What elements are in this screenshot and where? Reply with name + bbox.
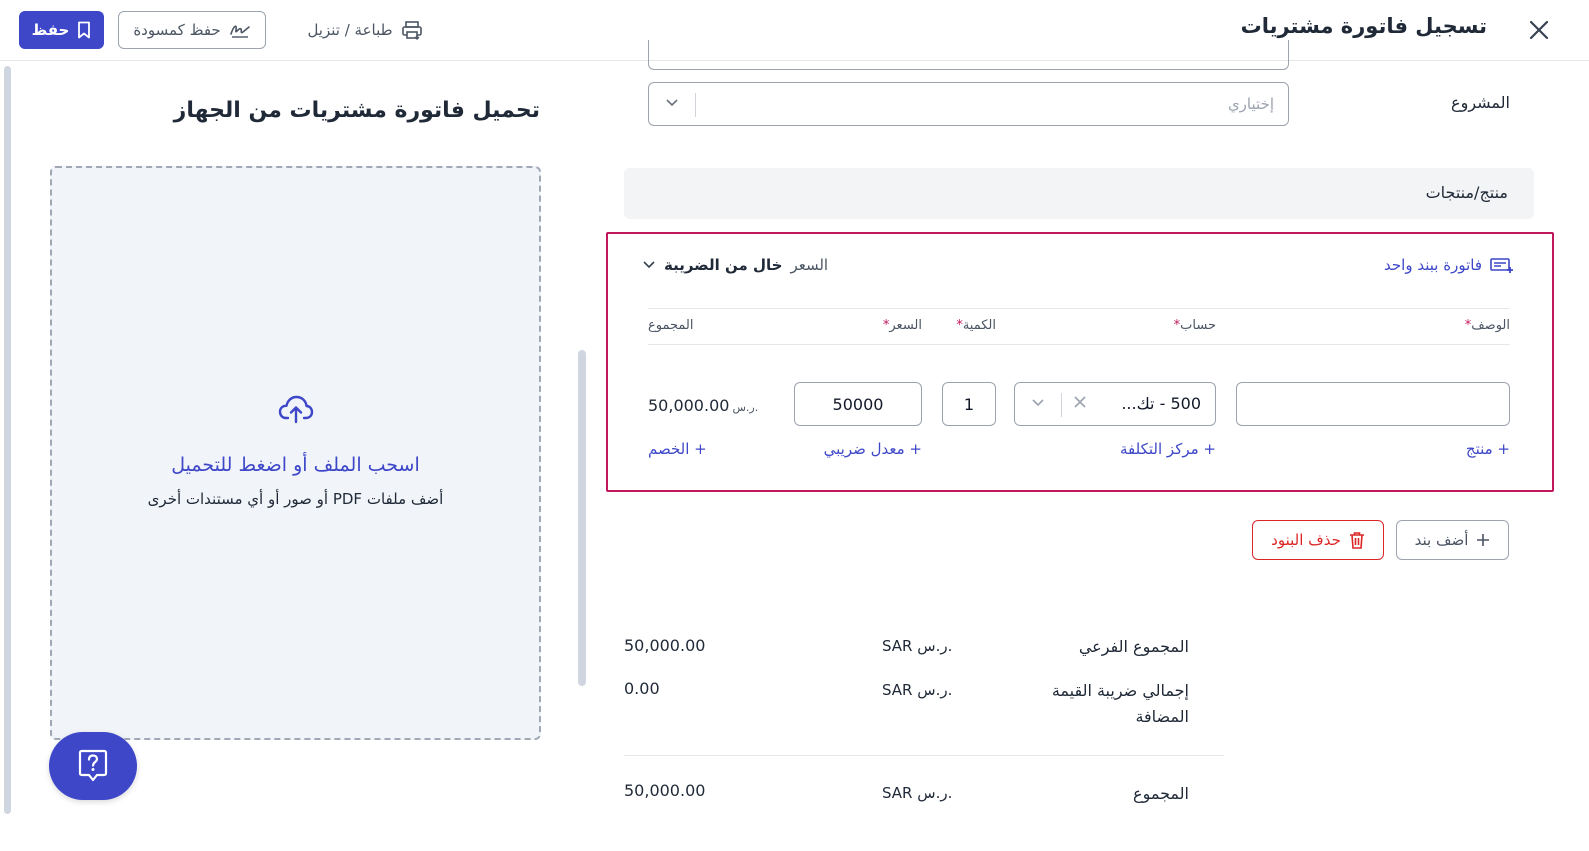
column-header-price: السعر* bbox=[883, 318, 922, 333]
column-header-description: الوصف* bbox=[1465, 318, 1510, 333]
help-button[interactable] bbox=[49, 732, 137, 800]
subtotal-currency: SAR ر.س. bbox=[882, 637, 953, 655]
chevron-down-icon bbox=[643, 261, 655, 269]
products-section-header: منتج/منتجات bbox=[624, 168, 1534, 219]
trash-icon bbox=[1349, 532, 1364, 549]
add-line-button[interactable]: أضف بند bbox=[1396, 520, 1509, 560]
grand-total-currency: SAR ر.س. bbox=[882, 784, 953, 802]
close-icon bbox=[1529, 20, 1549, 40]
divider bbox=[648, 344, 1510, 345]
subtotal-value: 50,000.00 bbox=[624, 636, 706, 655]
subtotal-label: المجموع الفرعي bbox=[1078, 637, 1189, 656]
price-mode-dropdown[interactable]: السعر خال من الضريبة bbox=[642, 256, 828, 274]
column-header-account: حساب* bbox=[1174, 318, 1216, 333]
price-mode-value: خال من الضريبة bbox=[664, 256, 783, 274]
add-tax-rate-link[interactable]: + معدل ضريبي bbox=[824, 440, 922, 458]
project-select[interactable]: إختياري bbox=[648, 82, 1289, 126]
add-line-label: أضف بند bbox=[1414, 531, 1469, 549]
quantity-input[interactable]: 1 bbox=[942, 382, 996, 426]
save-draft-button[interactable]: حفظ كمسودة bbox=[118, 11, 266, 49]
grand-total-value: 50,000.00 bbox=[624, 781, 706, 800]
price-mode-prefix: السعر bbox=[790, 256, 829, 274]
account-value: 500 - تك... bbox=[1121, 394, 1201, 413]
products-heading: منتج/منتجات bbox=[1425, 183, 1508, 202]
bookmark-icon bbox=[78, 21, 91, 39]
vat-total-value: 0.00 bbox=[624, 679, 660, 698]
file-dropzone[interactable]: اسحب الملف أو اضغط للتحميل أضف ملفات PDF… bbox=[50, 166, 541, 740]
help-chat-icon bbox=[78, 749, 108, 782]
row-total-currency: ر.س. bbox=[732, 401, 759, 414]
grand-total-label: المجموع bbox=[1133, 784, 1189, 803]
clear-icon[interactable] bbox=[1073, 395, 1087, 409]
signature-icon bbox=[229, 25, 250, 38]
chevron-down-icon bbox=[1032, 399, 1044, 407]
add-product-link[interactable]: + منتج bbox=[1466, 440, 1510, 458]
save-button[interactable]: حفظ bbox=[19, 11, 104, 49]
plus-icon bbox=[1477, 534, 1490, 546]
price-input[interactable]: 50000 bbox=[794, 382, 922, 426]
row-total: 50,000.00 ر.س. bbox=[648, 396, 758, 415]
previous-field-input[interactable] bbox=[648, 40, 1289, 70]
divider bbox=[648, 308, 1510, 309]
panel-scrollbar[interactable] bbox=[578, 350, 586, 686]
vat-total-currency: SAR ر.س. bbox=[882, 681, 953, 699]
select-separator bbox=[695, 93, 696, 117]
summary-divider bbox=[624, 755, 1224, 756]
page-title: تسجيل فاتورة مشتريات bbox=[1240, 14, 1487, 38]
print-download-button[interactable]: طباعة / تنزيل bbox=[300, 11, 430, 49]
column-header-quantity: الكمية* bbox=[956, 318, 996, 333]
select-separator bbox=[1061, 393, 1062, 417]
single-line-invoice-label: فاتورة ببند واحد bbox=[1384, 256, 1482, 274]
project-placeholder: إختياري bbox=[1227, 95, 1274, 113]
column-header-total: المجموع bbox=[648, 318, 694, 333]
add-discount-link[interactable]: + الخصم bbox=[648, 440, 707, 458]
cloud-upload-icon bbox=[278, 395, 314, 424]
column-header-price-text: السعر bbox=[889, 318, 922, 333]
save-label: حفظ bbox=[31, 21, 70, 39]
column-header-description-text: الوصف bbox=[1471, 318, 1510, 333]
delete-lines-label: حذف البنود bbox=[1271, 531, 1341, 549]
account-select[interactable]: 500 - تك... bbox=[1014, 382, 1216, 426]
printer-icon bbox=[401, 21, 422, 40]
add-cost-center-link[interactable]: + مركز التكلفة bbox=[1120, 440, 1216, 458]
description-input[interactable] bbox=[1236, 382, 1510, 426]
single-line-invoice-toggle[interactable]: فاتورة ببند واحد bbox=[1384, 256, 1514, 274]
print-download-label: طباعة / تنزيل bbox=[307, 21, 393, 39]
line-items-panel: فاتورة ببند واحد السعر خال من الضريبة ال… bbox=[606, 232, 1554, 492]
dropzone-main-text: اسحب الملف أو اضغط للتحميل bbox=[171, 454, 420, 476]
close-button[interactable] bbox=[1524, 15, 1554, 45]
save-draft-label: حفظ كمسودة bbox=[133, 21, 221, 39]
page-scrollbar[interactable] bbox=[4, 66, 11, 814]
vat-total-label: إجمالي ضريبة القيمة المضافة bbox=[1051, 681, 1189, 726]
chevron-down-icon bbox=[666, 99, 678, 107]
invoice-line-icon bbox=[1490, 258, 1513, 273]
project-label: المشروع bbox=[1451, 93, 1510, 112]
upload-title: تحميل فاتورة مشتريات من الجهاز bbox=[173, 98, 540, 123]
column-header-account-text: حساب bbox=[1180, 318, 1216, 333]
delete-lines-button[interactable]: حذف البنود bbox=[1252, 520, 1384, 560]
row-total-amount: 50,000.00 bbox=[648, 396, 730, 415]
dropzone-sub-text: أضف ملفات PDF أو صور أو أي مستندات أخرى bbox=[147, 490, 444, 508]
column-header-quantity-text: الكمية bbox=[962, 318, 996, 333]
